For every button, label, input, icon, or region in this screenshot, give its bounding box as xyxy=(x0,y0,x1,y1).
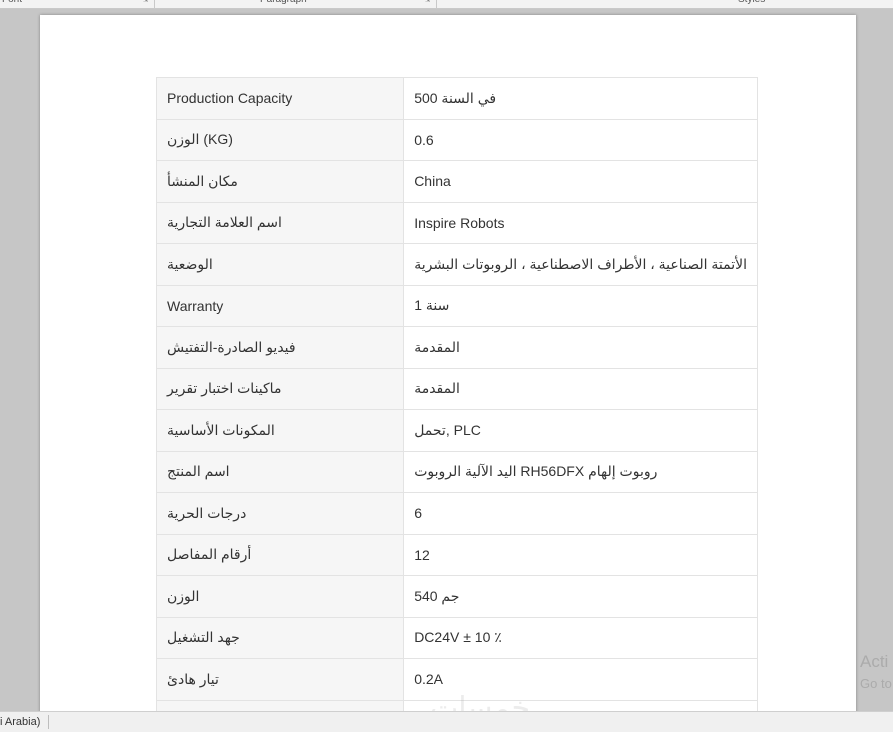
table-row: المكونات الأساسية تحمل, PLC xyxy=(155,409,758,452)
spec-key-cell[interactable]: فيديو الصادرة-التفتيش xyxy=(155,326,405,369)
spec-key-cell[interactable]: الوضعية xyxy=(155,243,405,286)
spec-value-cell[interactable]: 0.6 xyxy=(403,118,758,161)
spec-key-cell[interactable]: ماكينات اختبار تقرير xyxy=(155,367,405,410)
spec-key-cell[interactable]: اسم العلامة التجارية xyxy=(155,201,405,244)
spec-value-cell[interactable]: DC24V ± 10 ٪ xyxy=(403,616,758,659)
spec-table: Production Capacity في السنة 500 الوزن (KG… xyxy=(155,77,758,711)
table-row: Warranty سنة 1 xyxy=(155,284,758,327)
ribbon-group-labels: Font ⇲ Paragraph ⇲ Styles xyxy=(0,0,893,9)
spec-key-cell[interactable]: المكونات الأساسية xyxy=(155,409,405,452)
spec-key-cell[interactable]: تيار هادئ xyxy=(155,658,405,701)
table-row: الوزن (KG) 0.6 xyxy=(155,118,758,161)
ribbon-group-styles-label: Styles xyxy=(738,0,765,8)
table-row: درجات الحرية 6 xyxy=(155,492,758,535)
spec-key-cell[interactable] xyxy=(155,699,405,711)
status-bar: i Arabia) xyxy=(0,711,893,732)
spec-key-cell[interactable]: الوزن (KG) xyxy=(155,118,405,161)
spec-value-cell[interactable]: المقدمة xyxy=(403,367,758,410)
document-page[interactable]: Production Capacity في السنة 500 الوزن (KG… xyxy=(40,15,856,711)
spec-key-cell[interactable]: أرقام المفاصل xyxy=(155,533,405,576)
spec-key-cell[interactable]: Production Capacity xyxy=(155,77,405,120)
spec-value-cell[interactable]: 6 xyxy=(403,492,758,535)
spec-key-cell[interactable]: Warranty xyxy=(155,284,405,327)
table-row: أرقام المفاصل 12 xyxy=(155,533,758,576)
ribbon-group-font-label: Font xyxy=(2,0,22,8)
ribbon-separator xyxy=(436,0,437,8)
activation-title: Acti xyxy=(860,652,889,671)
font-dialog-launcher-icon[interactable]: ⇲ xyxy=(143,0,149,4)
windows-activation-notice: Acti Go to xyxy=(860,651,892,695)
spec-value-cell[interactable]: الأتمتة الصناعية ، الأطراف الاصطناعية ، … xyxy=(403,243,758,286)
table-row: الوزن جم 540 xyxy=(155,575,758,618)
table-row: اسم العلامة التجارية Inspire Robots xyxy=(155,201,758,244)
ribbon-separator xyxy=(154,0,155,8)
document-canvas[interactable]: Production Capacity في السنة 500 الوزن (KG… xyxy=(0,9,893,711)
spec-value-cell[interactable]: جم 540 xyxy=(403,575,758,618)
table-row: فيديو الصادرة-التفتيش المقدمة xyxy=(155,326,758,369)
table-row: ماكينات اختبار تقرير المقدمة xyxy=(155,367,758,410)
spec-key-cell[interactable]: درجات الحرية xyxy=(155,492,405,535)
activation-subtitle: Go to xyxy=(860,676,892,691)
spec-value-cell[interactable]: Inspire Robots xyxy=(403,201,758,244)
spec-value-cell[interactable]: في السنة 500 xyxy=(403,77,758,120)
status-language[interactable]: i Arabia) xyxy=(0,715,50,729)
spec-value-cell[interactable]: سنة 1 xyxy=(403,284,758,327)
spec-value-cell[interactable]: اليد الآلية الروبوت RH56DFX روبوت إلهام xyxy=(403,450,758,493)
spec-value-cell[interactable]: China xyxy=(403,160,758,203)
table-row: اسم المنتج اليد الآلية الروبوت RH56DFX رو… xyxy=(155,450,758,493)
spec-value-cell[interactable]: تحمل, PLC xyxy=(403,409,758,452)
spec-key-cell[interactable]: اسم المنتج xyxy=(155,450,405,493)
paragraph-dialog-launcher-icon[interactable]: ⇲ xyxy=(425,0,431,4)
spec-key-cell[interactable]: جهد التشغيل xyxy=(155,616,405,659)
spec-key-cell[interactable]: الوزن xyxy=(155,575,405,618)
table-row: الوضعية الأتمتة الصناعية ، الأطراف الاصطن… xyxy=(155,243,758,286)
spec-table-body: Production Capacity في السنة 500 الوزن (KG… xyxy=(155,77,758,711)
table-row: Production Capacity في السنة 500 xyxy=(155,77,758,120)
ribbon-group-paragraph-label: Paragraph xyxy=(260,0,307,8)
watermark-logo: خمسات xyxy=(430,691,531,711)
spec-value-cell[interactable]: 12 xyxy=(403,533,758,576)
table-row: مكان المنشأ China xyxy=(155,160,758,203)
table-row: جهد التشغيل DC24V ± 10 ٪ xyxy=(155,616,758,659)
spec-key-cell[interactable]: مكان المنشأ xyxy=(155,160,405,203)
spec-value-cell[interactable]: المقدمة xyxy=(403,326,758,369)
